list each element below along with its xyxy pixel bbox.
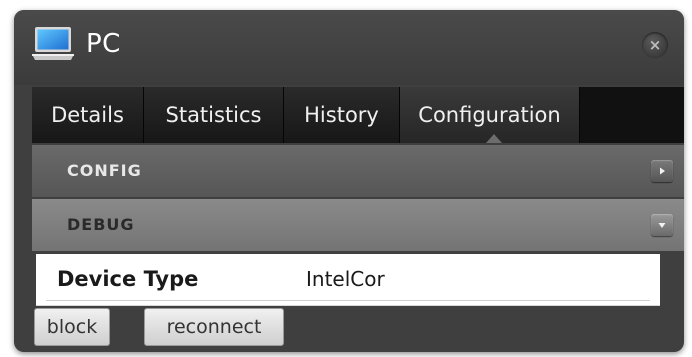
title-bar: PC × (14, 10, 684, 85)
tab-bar: Details Statistics History Configuration (32, 87, 684, 143)
device-type-label: Device Type (57, 267, 199, 291)
tab-statistics[interactable]: Statistics (144, 87, 284, 143)
device-dialog: PC × Details Statistics History Configur… (14, 10, 684, 352)
device-type-value: IntelCor (306, 267, 385, 291)
device-type-row: Device Type IntelCor (36, 254, 660, 306)
laptop-icon (31, 26, 75, 62)
section-debug-label: DEBUG (67, 215, 135, 234)
chevron-down-icon[interactable] (651, 214, 673, 236)
row-divider (46, 300, 650, 301)
chevron-right-icon[interactable] (651, 160, 673, 182)
window-title: PC (86, 29, 121, 59)
active-tab-indicator (486, 134, 502, 143)
section-config[interactable]: CONFIG (32, 145, 684, 197)
section-debug[interactable]: DEBUG (32, 199, 684, 251)
block-button[interactable]: block (34, 308, 110, 346)
tab-details[interactable]: Details (32, 87, 144, 143)
close-icon[interactable]: × (642, 32, 668, 58)
tab-history[interactable]: History (284, 87, 400, 143)
section-config-label: CONFIG (67, 161, 142, 180)
reconnect-button[interactable]: reconnect (144, 308, 284, 346)
